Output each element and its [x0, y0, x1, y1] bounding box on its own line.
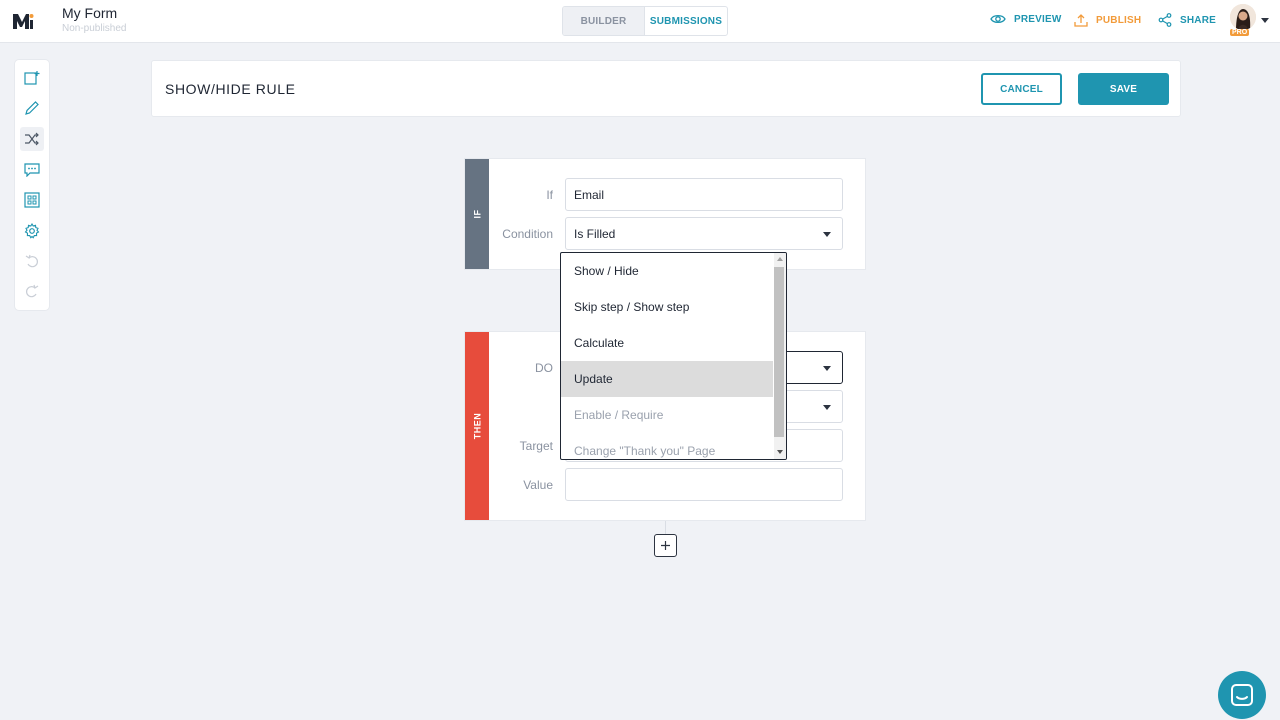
chat-icon — [1231, 684, 1253, 706]
dropdown-option-update[interactable]: Update — [561, 361, 773, 397]
add-field-tool[interactable] — [20, 66, 44, 90]
redo-tool[interactable] — [20, 279, 44, 303]
connector-line — [665, 521, 666, 535]
publish-label: PUBLISH — [1096, 14, 1142, 26]
value-label: Value — [523, 478, 553, 492]
plus-icon — [661, 541, 670, 550]
chevron-down-icon — [823, 366, 831, 371]
if-field-value: Email — [574, 187, 605, 202]
if-band: IF — [465, 159, 489, 269]
preview-label: PREVIEW — [1014, 13, 1062, 25]
eye-icon — [990, 14, 1006, 24]
chevron-down-icon — [823, 405, 831, 410]
if-field-input[interactable]: Email — [565, 178, 843, 211]
tab-submissions[interactable]: SUBMISSIONS — [645, 7, 727, 35]
if-band-label: IF — [472, 209, 482, 219]
share-label: SHARE — [1180, 14, 1217, 26]
chevron-down-icon[interactable] — [1261, 18, 1269, 23]
scroll-thumb[interactable] — [774, 267, 784, 437]
edit-tool[interactable] — [20, 96, 44, 120]
page-title: SHOW/HIDE RULE — [165, 81, 296, 97]
share-icon — [1158, 13, 1172, 27]
logic-tool[interactable] — [20, 127, 44, 151]
layout-icon — [24, 192, 40, 208]
pencil-icon — [25, 101, 39, 115]
settings-tool[interactable] — [20, 219, 44, 243]
rule-header: SHOW/HIDE RULE CANCEL SAVE — [151, 60, 1181, 117]
value-input[interactable] — [565, 468, 843, 501]
layout-tool[interactable] — [20, 188, 44, 212]
dropdown-option-calculate[interactable]: Calculate — [561, 325, 773, 361]
messages-tool[interactable] — [20, 158, 44, 182]
scroll-up-icon[interactable] — [777, 257, 783, 261]
condition-label: Condition — [502, 227, 553, 241]
share-button[interactable]: SHARE — [1158, 13, 1216, 27]
top-bar: My Form Non-published BUILDER SUBMISSION… — [0, 0, 1280, 43]
shuffle-icon — [25, 132, 39, 146]
form-title[interactable]: My Form — [62, 5, 117, 21]
dropdown-option-skip-step[interactable]: Skip step / Show step — [561, 289, 773, 325]
scroll-down-icon[interactable] — [777, 450, 783, 454]
cancel-button[interactable]: CANCEL — [981, 73, 1062, 105]
publish-button[interactable]: PUBLISH — [1074, 13, 1141, 27]
condition-value: Is Filled — [574, 226, 616, 241]
left-toolbar — [15, 60, 49, 310]
action-dropdown: Show / Hide Skip step / Show step Calcul… — [560, 252, 787, 460]
avatar-image — [1230, 4, 1256, 30]
chat-button[interactable] — [1218, 671, 1266, 719]
save-button[interactable]: SAVE — [1078, 73, 1169, 105]
dropdown-scrollbar[interactable] — [774, 253, 786, 459]
user-avatar[interactable]: PRO — [1230, 4, 1256, 36]
gear-icon — [24, 223, 40, 239]
if-label: If — [546, 188, 553, 202]
do-label: DO — [535, 361, 553, 375]
dropdown-option-enable-require: Enable / Require — [574, 408, 664, 422]
form-status: Non-published — [62, 23, 127, 34]
message-icon — [24, 163, 40, 177]
add-action-button[interactable] — [654, 534, 677, 557]
chevron-down-icon — [823, 232, 831, 237]
undo-tool[interactable] — [20, 249, 44, 273]
add-field-icon — [24, 71, 40, 85]
condition-select[interactable]: Is Filled — [565, 217, 843, 250]
target-label: Target — [519, 439, 553, 453]
upload-icon — [1074, 14, 1088, 27]
preview-button[interactable]: PREVIEW — [990, 13, 1062, 25]
then-band-label: THEN — [472, 412, 482, 440]
undo-icon — [25, 254, 38, 268]
pro-badge: PRO — [1230, 29, 1250, 36]
builder-submissions-toggle: BUILDER SUBMISSIONS — [562, 6, 728, 36]
redo-icon — [26, 284, 39, 298]
dropdown-option-thank-you-page: Change "Thank you" Page — [574, 444, 716, 458]
forminator-logo-icon[interactable] — [12, 9, 34, 33]
dropdown-option-show-hide[interactable]: Show / Hide — [561, 253, 773, 289]
tab-builder[interactable]: BUILDER — [563, 7, 645, 35]
